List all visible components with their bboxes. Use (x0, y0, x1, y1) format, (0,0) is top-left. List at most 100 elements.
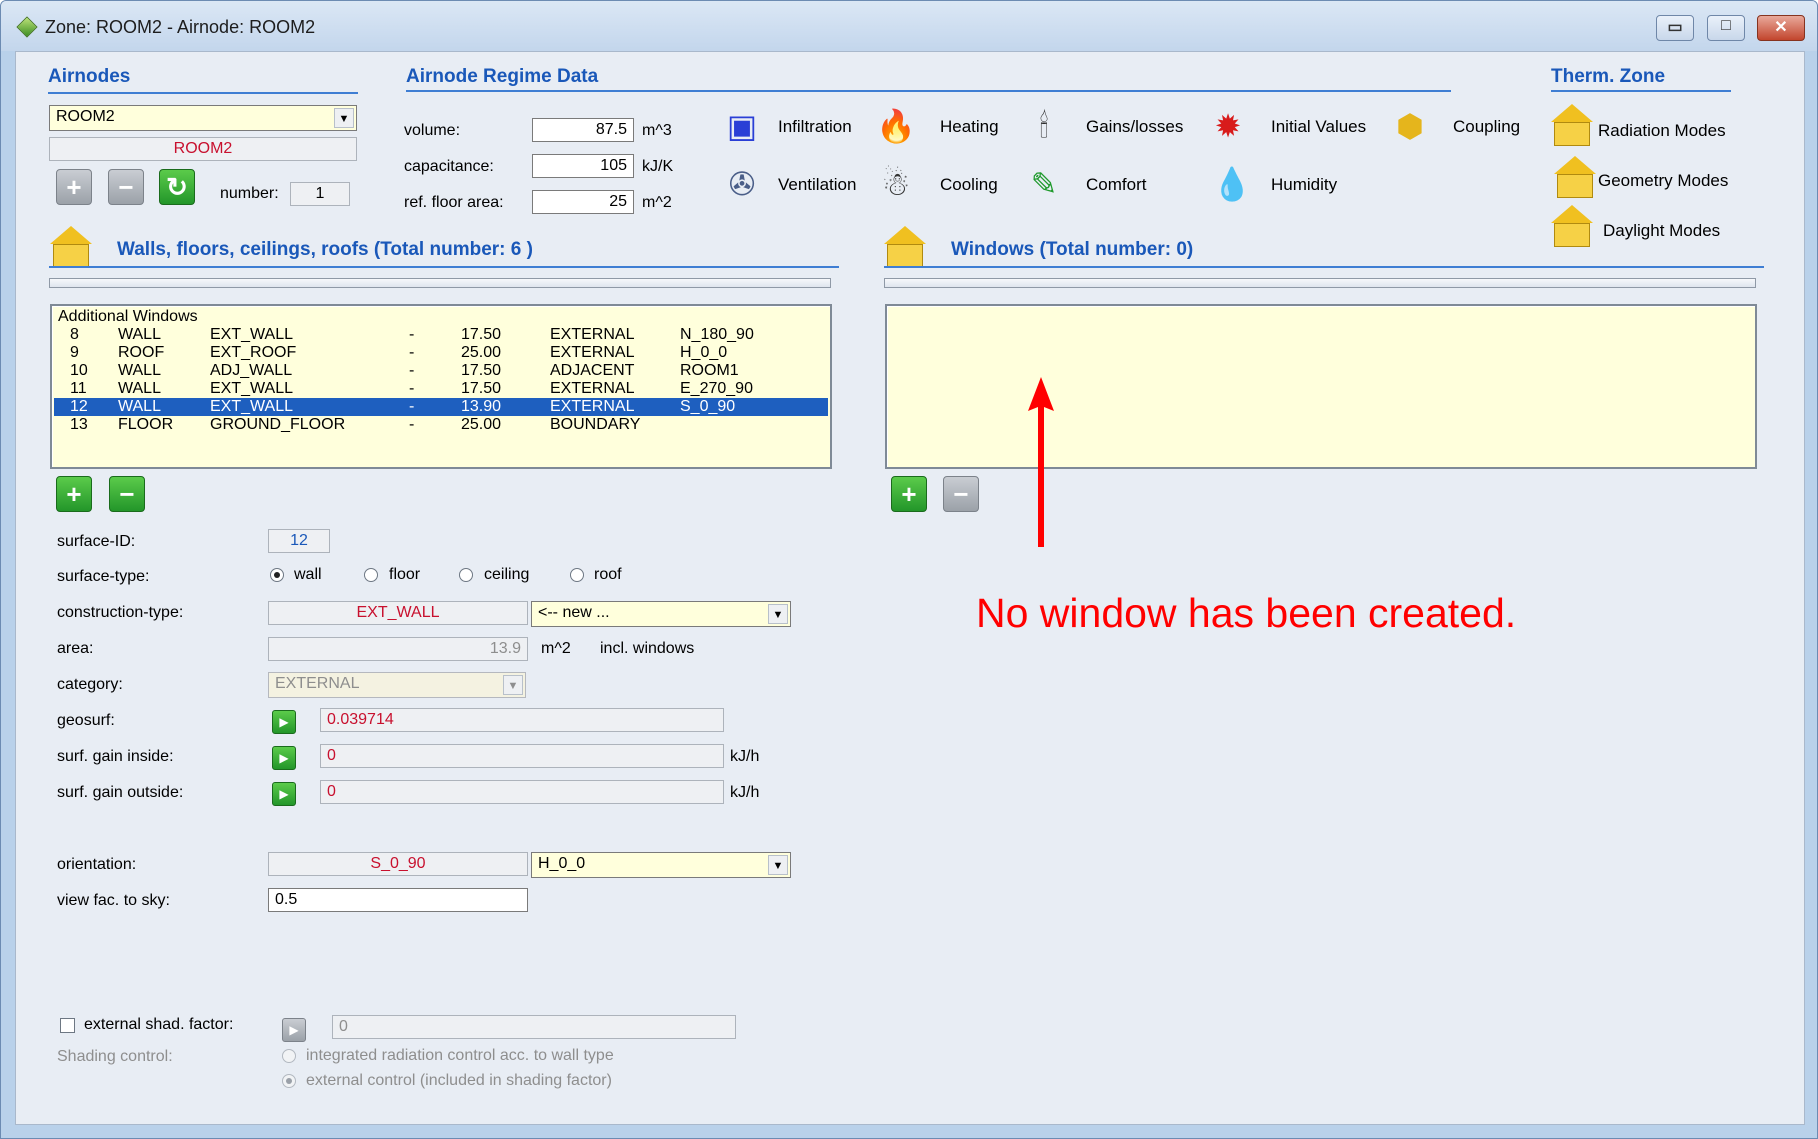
humidity-icon[interactable]: 💧 (1210, 162, 1254, 206)
main-window: Zone: ROOM2 - Airnode: ROOM2 ▭ □ ✕ Airno… (0, 0, 1818, 1139)
geometry-modes-label[interactable]: Geometry Modes (1598, 171, 1728, 191)
close-button[interactable]: ✕ (1757, 15, 1805, 41)
floor-area-input[interactable]: 25 (532, 190, 634, 214)
add-wall-button[interactable]: + (56, 476, 92, 512)
radiation-modes-icon[interactable] (1551, 104, 1593, 150)
table-row[interactable]: 12 WALL EXT_WALL - 13.90 EXTERNAL S_0_90 (54, 398, 828, 416)
volume-label: volume: (404, 122, 461, 139)
area-field: 13.9 (268, 637, 528, 661)
view-factor-input[interactable]: 0.5 (268, 888, 528, 912)
heating-label[interactable]: Heating (940, 117, 999, 137)
windows-list[interactable] (885, 304, 1757, 469)
table-cell-type: WALL (118, 398, 161, 415)
orientation-label: orientation: (57, 856, 137, 873)
minimize-button[interactable]: ▭ (1656, 15, 1694, 41)
shad-play-button[interactable]: ▶ (282, 1018, 306, 1042)
geosurf-play-button[interactable]: ▶ (272, 710, 296, 734)
gains-losses-label[interactable]: Gains/losses (1086, 117, 1183, 137)
cooling-label[interactable]: Cooling (940, 175, 998, 195)
table-cell-category: BOUNDARY (550, 416, 641, 433)
surf-gain-outside-field: 0 (320, 780, 724, 804)
radio-wall[interactable] (270, 568, 284, 582)
table-row[interactable]: 11 WALL EXT_WALL - 17.50 EXTERNAL E_270_90 (54, 380, 828, 398)
capacitance-input[interactable]: 105 (532, 154, 634, 178)
ventilation-label[interactable]: Ventilation (778, 175, 856, 195)
remove-window-button[interactable]: − (943, 476, 979, 512)
radio-ceiling-label[interactable]: ceiling (484, 566, 529, 584)
area-label: area: (57, 640, 94, 657)
table-cell-construction: EXT_WALL (210, 380, 293, 397)
refresh-airnode-button[interactable]: ↻ (159, 169, 195, 205)
infiltration-label[interactable]: Infiltration (778, 117, 852, 137)
table-row[interactable]: 9 ROOF EXT_ROOF - 25.00 EXTERNAL H_0_0 (54, 344, 828, 362)
category-select[interactable]: EXTERNAL ▼ (268, 672, 526, 698)
remove-wall-button[interactable]: − (109, 476, 145, 512)
windows-splitter[interactable] (884, 278, 1756, 288)
table-cell-construction: ADJ_WALL (210, 362, 293, 379)
walls-list[interactable]: Additional Windows 8 WALL EXT_WALL - 17.50 EX… (50, 304, 832, 469)
comfort-icon[interactable]: ✎ (1022, 162, 1066, 206)
table-cell-category: EXTERNAL (550, 398, 635, 415)
radio-roof[interactable] (570, 568, 584, 582)
geometry-modes-icon[interactable] (1554, 156, 1596, 202)
table-cell-dash: - (409, 398, 415, 415)
chevron-down-icon: ▼ (768, 604, 788, 624)
area-unit: m^2 (541, 640, 571, 657)
remove-airnode-button[interactable]: − (108, 169, 144, 205)
initial-values-label[interactable]: Initial Values (1271, 117, 1366, 137)
radiation-modes-label[interactable]: Radiation Modes (1598, 121, 1726, 141)
comfort-label[interactable]: Comfort (1086, 175, 1146, 195)
radio-wall-label[interactable]: wall (294, 566, 322, 584)
walls-splitter[interactable] (49, 278, 831, 288)
daylight-modes-label[interactable]: Daylight Modes (1603, 221, 1720, 241)
table-row[interactable]: 10 WALL ADJ_WALL - 17.50 ADJACENT ROOM1 (54, 362, 828, 380)
infiltration-icon[interactable]: ▣ (720, 104, 764, 148)
radio-floor-label[interactable]: floor (389, 566, 420, 584)
external-shad-label[interactable]: external shad. factor: (84, 1016, 233, 1034)
external-shad-checkbox[interactable] (60, 1018, 75, 1033)
gains-losses-icon[interactable]: 🕯 (1022, 104, 1066, 148)
windows-divider (884, 266, 1764, 268)
volume-unit: m^3 (642, 122, 672, 139)
table-cell-type: WALL (118, 362, 161, 379)
walls-divider (49, 266, 839, 268)
airnode-select[interactable]: ROOM2 ▼ (49, 105, 357, 131)
radio-floor[interactable] (364, 568, 378, 582)
shading-option-integrated[interactable] (282, 1049, 296, 1063)
volume-input[interactable]: 87.5 (532, 118, 634, 142)
humidity-label[interactable]: Humidity (1271, 175, 1337, 195)
category-label: category: (57, 676, 123, 693)
radio-ceiling[interactable] (459, 568, 473, 582)
add-airnode-button[interactable]: + (56, 169, 92, 205)
gain-inside-play-button[interactable]: ▶ (272, 746, 296, 770)
orientation-select[interactable]: H_0_0 ▼ (531, 852, 791, 878)
gain-outside-unit: kJ/h (730, 784, 760, 801)
table-row[interactable]: 8 WALL EXT_WALL - 17.50 EXTERNAL N_180_90 (54, 326, 828, 344)
table-cell-orientation: E_270_90 (680, 380, 753, 397)
title-bar[interactable]: Zone: ROOM2 - Airnode: ROOM2 ▭ □ ✕ (1, 1, 1817, 51)
window-title: Zone: ROOM2 - Airnode: ROOM2 (45, 17, 316, 37)
geosurf-label: geosurf: (57, 712, 115, 729)
coupling-icon[interactable]: ⬢ (1388, 104, 1432, 148)
app-icon (16, 16, 38, 38)
maximize-button[interactable]: □ (1707, 15, 1745, 41)
heating-icon[interactable]: 🔥 (874, 104, 918, 148)
table-cell-area: 25.00 (461, 416, 502, 433)
airnodes-heading: Airnodes (48, 66, 131, 87)
orientation-field: S_0_90 (268, 852, 528, 876)
cooling-icon[interactable]: ☃ (874, 162, 918, 206)
initial-values-icon[interactable]: ✹ (1206, 104, 1250, 148)
construction-select[interactable]: <-- new ... ▼ (531, 601, 791, 627)
radio-roof-label[interactable]: roof (594, 566, 622, 584)
gain-outside-play-button[interactable]: ▶ (272, 782, 296, 806)
therm-zone-heading: Therm. Zone (1551, 66, 1666, 87)
table-row[interactable]: 13 FLOOR GROUND_FLOOR - 25.00 BOUNDARY (54, 416, 828, 434)
shading-option-external[interactable] (282, 1074, 296, 1088)
add-window-button[interactable]: + (891, 476, 927, 512)
table-cell-id: 10 (70, 362, 88, 379)
ventilation-icon[interactable]: ✇ (720, 162, 764, 206)
daylight-modes-icon[interactable] (1551, 205, 1593, 251)
table-cell-area: 17.50 (461, 326, 502, 343)
table-cell-type: WALL (118, 380, 161, 397)
coupling-label[interactable]: Coupling (1453, 117, 1520, 137)
